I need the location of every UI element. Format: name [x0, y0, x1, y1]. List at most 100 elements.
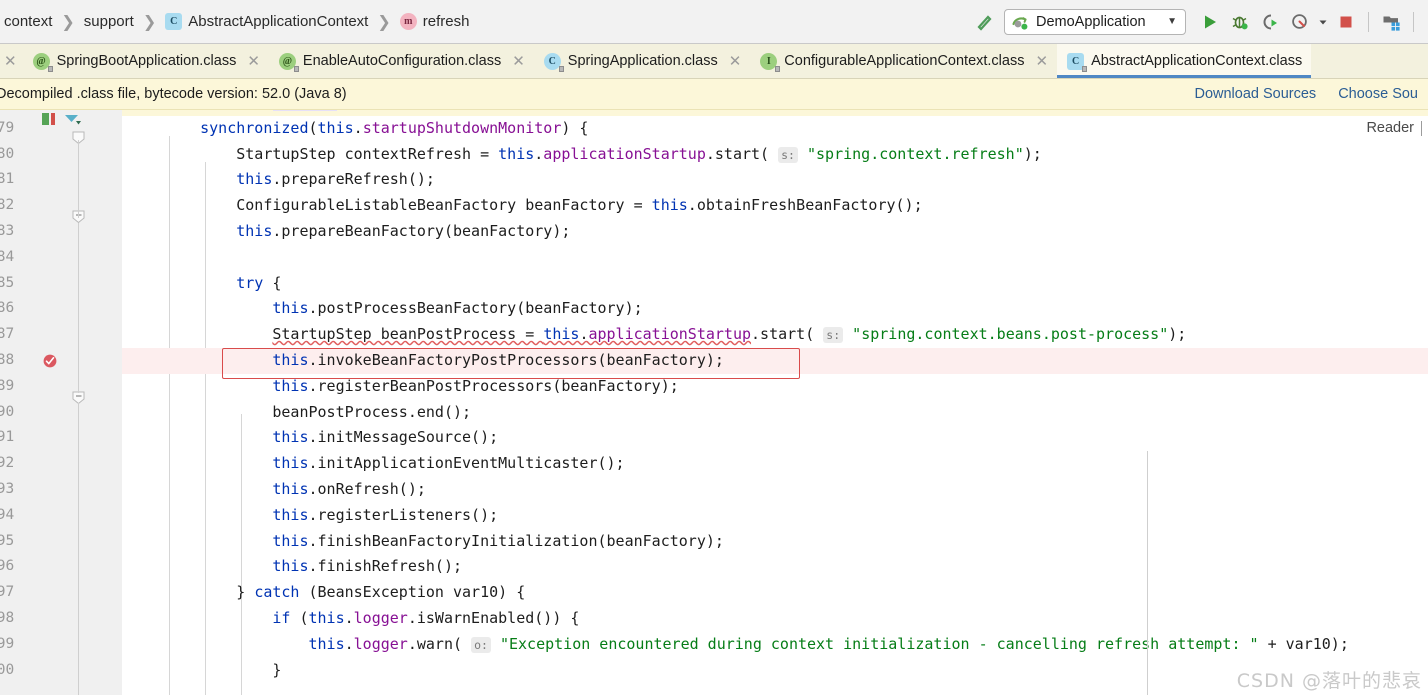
- code-line-599[interactable]: this.logger.warn( o: "Exception encounte…: [122, 632, 1428, 658]
- code-line-579[interactable]: synchronized(this.startupShutdownMonitor…: [122, 116, 1428, 142]
- run-configuration-selector[interactable]: DemoApplication ▼: [1004, 8, 1186, 35]
- vcs-change-marker[interactable]: [42, 113, 49, 125]
- reader-divider: [1421, 120, 1422, 136]
- tab-close-icon[interactable]: ✕: [0, 44, 23, 78]
- tab-abstractapplicationcontext[interactable]: C AbstractApplicationContext.class: [1057, 44, 1312, 78]
- reader-mode-chip[interactable]: Reader: [1360, 118, 1428, 138]
- build-project-button[interactable]: [970, 8, 998, 36]
- breakpoint-icon[interactable]: [42, 353, 58, 369]
- tab-springbootapplication[interactable]: @ SpringBootApplication.class ✕: [22, 44, 269, 78]
- code-line-584[interactable]: [122, 245, 1428, 271]
- gutter-line: 587: [0, 326, 15, 343]
- lock-icon: [47, 65, 53, 72]
- editor-gutter[interactable]: 578 579 580 581 582 583 584 585 586 587 …: [0, 110, 122, 695]
- modules-icon: [1383, 16, 1400, 31]
- code-line-597[interactable]: } catch (BeansException var10) {: [122, 580, 1428, 606]
- code-line-600[interactable]: }: [122, 658, 1428, 684]
- class-icon: C: [1067, 52, 1088, 72]
- code-line-591[interactable]: this.initMessageSource();: [122, 425, 1428, 451]
- tab-close-icon[interactable]: ✕: [247, 53, 260, 69]
- tab-configurableapplicationcontext[interactable]: I ConfigurableApplicationContext.class ✕: [750, 44, 1058, 78]
- gutter-line: 583: [0, 222, 15, 239]
- tab-close-icon[interactable]: ✕: [512, 53, 525, 69]
- breadcrumb-separator-icon: ❯: [377, 12, 391, 31]
- profiler-button[interactable]: [1286, 8, 1314, 36]
- gutter-line: 595: [0, 532, 15, 549]
- tab-label: EnableAutoConfiguration.class: [302, 53, 502, 69]
- code-line-580[interactable]: StartupStep contextRefresh = this.applic…: [122, 142, 1428, 168]
- bug-icon: [1232, 16, 1248, 29]
- vcs-change-marker[interactable]: [51, 113, 55, 125]
- breadcrumb-label: support: [83, 13, 134, 30]
- top-toolbar: context ❯ support ❯ C AbstractApplicatio…: [0, 0, 1428, 44]
- caret-column-guide: [1147, 451, 1148, 695]
- lock-icon: [558, 65, 564, 72]
- gutter-line: 580: [0, 145, 15, 162]
- fold-region-line: [78, 223, 79, 393]
- breadcrumb-item-context[interactable]: context: [2, 11, 54, 32]
- method-icon: m: [399, 13, 417, 30]
- gutter-line: 592: [0, 455, 15, 472]
- gutter-line-numbers: 578 579 580 581 582 583 584 585 586 587 …: [0, 110, 122, 683]
- download-sources-link[interactable]: Download Sources: [1194, 86, 1316, 102]
- gutter-line: 590: [0, 403, 15, 420]
- code-line-585[interactable]: try {: [122, 271, 1428, 297]
- profiler-dropdown-arrow[interactable]: [1316, 8, 1330, 36]
- breadcrumb-item-refresh[interactable]: m refresh: [398, 11, 472, 32]
- gutter-line: 591: [0, 429, 15, 446]
- project-structure-button[interactable]: [1377, 8, 1405, 36]
- code-line-592[interactable]: this.initApplicationEventMulticaster();: [122, 451, 1428, 477]
- run-with-coverage-button[interactable]: [1256, 8, 1284, 36]
- code-line-589[interactable]: this.registerBeanPostProcessors(beanFact…: [122, 374, 1428, 400]
- toolbar-divider: [1413, 11, 1414, 32]
- breadcrumb: context ❯ support ❯ C AbstractApplicatio…: [0, 0, 471, 43]
- code-line-590[interactable]: beanPostProcess.end();: [122, 400, 1428, 426]
- parameter-hint: o:: [471, 636, 491, 653]
- run-toolbar: DemoApplication ▼: [970, 0, 1422, 43]
- toolbar-divider: [1368, 11, 1369, 32]
- code-line-596[interactable]: this.finishRefresh();: [122, 554, 1428, 580]
- gutter-line: 584: [0, 248, 15, 265]
- hammer-icon: [977, 14, 992, 31]
- code-line-583[interactable]: this.prepareBeanFactory(beanFactory);: [122, 219, 1428, 245]
- code-line-594[interactable]: this.registerListeners();: [122, 503, 1428, 529]
- gutter-line: 598: [0, 609, 15, 626]
- breadcrumb-item-support[interactable]: support: [82, 11, 136, 32]
- gutter-line-breakpoint[interactable]: 588: [0, 348, 122, 374]
- gutter-line: 593: [0, 480, 15, 497]
- tab-enableautoconfiguration[interactable]: @ EnableAutoConfiguration.class ✕: [268, 44, 534, 78]
- decompiled-notification-text: Decompiled .class file, bytecode version…: [0, 86, 347, 102]
- code-line-593[interactable]: this.onRefresh();: [122, 477, 1428, 503]
- code-line-595[interactable]: this.finishBeanFactoryInitialization(bea…: [122, 529, 1428, 555]
- gutter-line: 599: [0, 635, 15, 652]
- run-configuration-name: DemoApplication: [1036, 13, 1146, 30]
- chevron-down-icon[interactable]: ▼: [1167, 16, 1177, 27]
- tab-springapplication[interactable]: C SpringApplication.class ✕: [533, 44, 751, 78]
- run-gutter-icon[interactable]: [62, 112, 82, 126]
- code-line-586[interactable]: this.postProcessBeanFactory(beanFactory)…: [122, 296, 1428, 322]
- code-lines: public void refresh() throws BeansExcept…: [122, 110, 1428, 683]
- choose-sources-link[interactable]: Choose Sou: [1338, 86, 1418, 102]
- code-line-598[interactable]: if (this.logger.isWarnEnabled()) {: [122, 606, 1428, 632]
- code-line-588[interactable]: this.invokeBeanFactoryPostProcessors(bea…: [122, 347, 1428, 374]
- tab-close-icon[interactable]: ✕: [1035, 53, 1048, 69]
- parameter-hint: s:: [778, 146, 798, 163]
- gutter-line: 589: [0, 377, 15, 394]
- code-content[interactable]: public void refresh() throws BeansExcept…: [122, 110, 1428, 695]
- interface-icon: I: [760, 52, 781, 72]
- run-button[interactable]: [1196, 8, 1224, 36]
- gutter-line: 594: [0, 506, 15, 523]
- debug-button[interactable]: [1226, 8, 1254, 36]
- tab-close-icon[interactable]: ✕: [729, 53, 742, 69]
- gutter-line: 586: [0, 300, 15, 317]
- tab-label: SpringApplication.class: [567, 53, 718, 69]
- editor-tab-bar: ✕ @ SpringBootApplication.class ✕ @ Enab…: [0, 44, 1428, 79]
- code-line-587[interactable]: StartupStep beanPostProcess = this.appli…: [122, 322, 1428, 348]
- code-line-582[interactable]: ConfigurableListableBeanFactory beanFact…: [122, 193, 1428, 219]
- lock-icon: [775, 65, 781, 72]
- breadcrumb-item-abstractapplicationcontext[interactable]: C AbstractApplicationContext: [163, 11, 370, 32]
- code-line-581[interactable]: this.prepareRefresh();: [122, 167, 1428, 193]
- breadcrumb-label: context: [4, 13, 53, 30]
- spring-boot-icon: [1012, 16, 1028, 30]
- stop-button[interactable]: [1332, 8, 1360, 36]
